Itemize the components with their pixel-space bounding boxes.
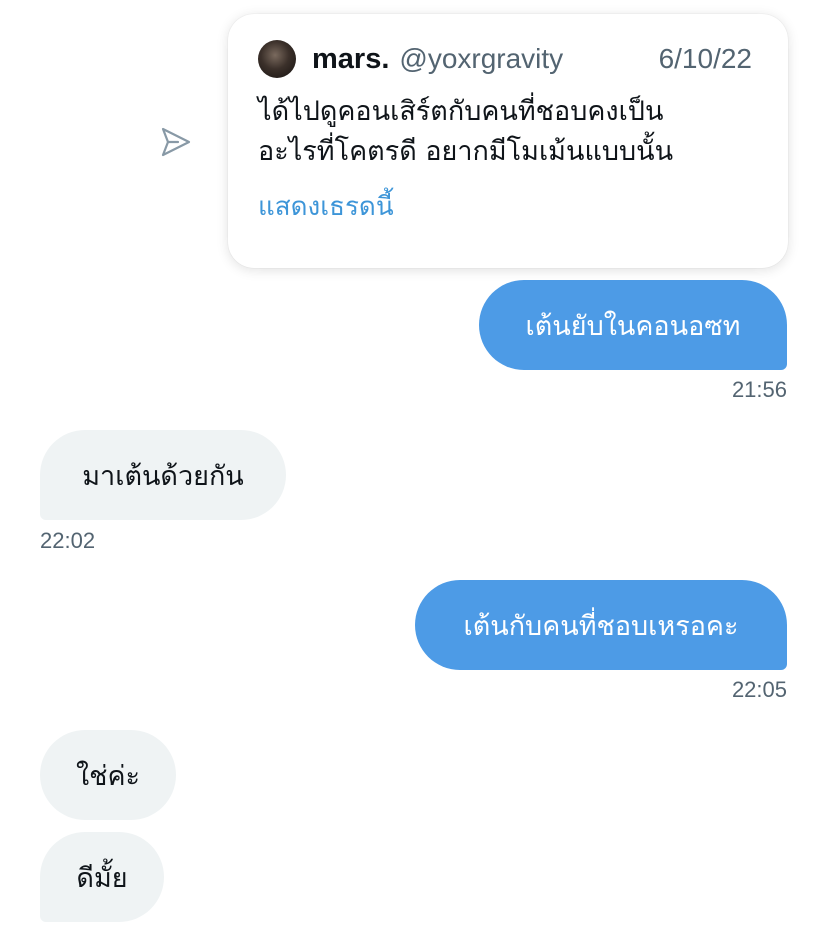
message-text: มาเต้นด้วยกัน bbox=[82, 460, 244, 492]
tweet-text-line: อะไรที่โคตรดี อยากมีโมเม้นแบบนั้น bbox=[258, 136, 674, 167]
shared-tweet-header: mars. @yoxrgravity 6/10/22 bbox=[258, 40, 758, 78]
message-bubble-incoming[interactable]: ใช่ค่ะ bbox=[40, 730, 176, 820]
share-tweet-icon[interactable] bbox=[158, 124, 194, 160]
message-bubble-outgoing[interactable]: เต้นกับคนที่ชอบเหรอคะ bbox=[415, 580, 787, 670]
avatar[interactable] bbox=[258, 40, 296, 78]
tweet-text-line: ได้ไปดูคอนเสิร์ตกับคนที่ชอบคงเป็น bbox=[258, 96, 664, 127]
dm-conversation: mars. @yoxrgravity 6/10/22 ได้ไปดูคอนเสิ… bbox=[0, 0, 827, 929]
message-timestamp: 21:56 bbox=[731, 377, 787, 402]
message-bubble-outgoing[interactable]: เต้นยับในคอนอซท bbox=[479, 280, 787, 370]
shared-tweet-card[interactable]: mars. @yoxrgravity 6/10/22 ได้ไปดูคอนเสิ… bbox=[228, 14, 788, 268]
tweet-text: ได้ไปดูคอนเสิร์ตกับคนที่ชอบคงเป็น อะไรที… bbox=[258, 92, 758, 172]
author-handle[interactable]: @yoxrgravity bbox=[399, 43, 563, 75]
message-text: ดีมั้ย bbox=[76, 862, 128, 894]
tweet-date: 6/10/22 bbox=[658, 43, 752, 74]
show-thread-link[interactable]: แสดงเธรดนี้ bbox=[258, 186, 758, 227]
message-timestamp: 22:02 bbox=[40, 528, 96, 553]
message-bubble-incoming[interactable]: มาเต้นด้วยกัน bbox=[40, 430, 286, 520]
message-text: เต้นยับในคอนอซท bbox=[525, 310, 741, 342]
message-bubble-incoming[interactable]: ดีมั้ย bbox=[40, 832, 164, 922]
message-text: เต้นกับคนที่ชอบเหรอคะ bbox=[463, 610, 739, 642]
message-timestamp: 22:05 bbox=[731, 677, 787, 702]
message-text: ใช่ค่ะ bbox=[75, 760, 141, 792]
author-display-name[interactable]: mars. bbox=[312, 43, 389, 76]
